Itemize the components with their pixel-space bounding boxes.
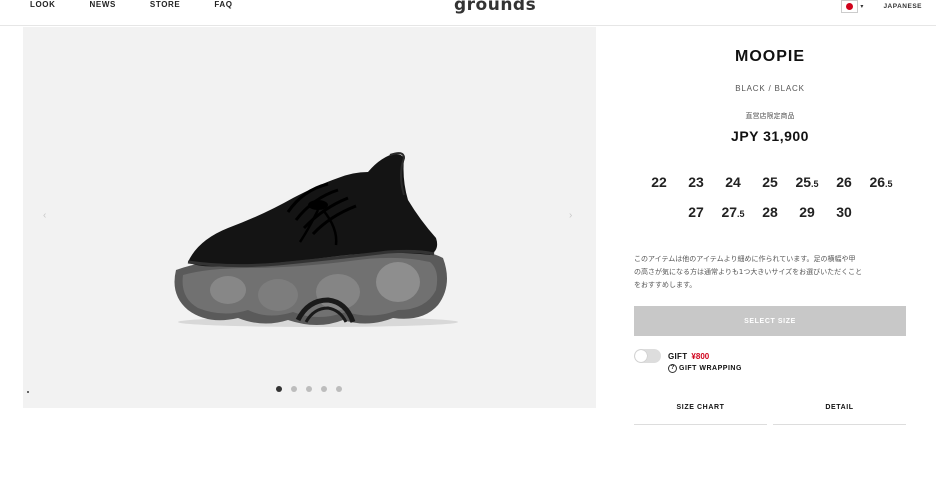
- size-selector: 22 23 24 25 25.5 26 26.5 27 27.5 28 29 30: [634, 174, 906, 234]
- size-note-line: をおすすめします。: [634, 281, 697, 289]
- size-option[interactable]: 25: [752, 174, 789, 193]
- gift-wrapping-label[interactable]: GIFT WRAPPING: [679, 365, 742, 372]
- size-row-1: 22 23 24 25 25.5 26 26.5: [634, 174, 906, 193]
- site-header: LOOK NEWS STORE FAQ grounds ▾ JAPANESE: [0, 0, 936, 26]
- size-option[interactable]: 26: [826, 174, 863, 193]
- size-note-line: このアイテムは他のアイテムより細めに作られています。足の横幅や甲: [634, 255, 856, 263]
- question-icon[interactable]: ?: [668, 364, 677, 373]
- size-option[interactable]: 23: [678, 174, 715, 193]
- size-option[interactable]: 29: [789, 204, 826, 223]
- gallery-mark: [27, 391, 29, 393]
- size-option[interactable]: 27: [678, 204, 715, 223]
- chevron-left-icon[interactable]: ‹: [43, 210, 46, 221]
- tab-size-chart[interactable]: SIZE CHART: [634, 395, 767, 425]
- size-option[interactable]: 27.5: [715, 204, 752, 223]
- nav-look[interactable]: LOOK: [30, 0, 56, 10]
- chevron-right-icon[interactable]: ›: [569, 210, 572, 221]
- caret-down-icon[interactable]: ▾: [860, 3, 863, 10]
- size-option[interactable]: 26.5: [863, 174, 900, 193]
- carousel-dot-3[interactable]: [306, 386, 312, 392]
- size-option[interactable]: 25.5: [789, 174, 826, 193]
- gift-wrapping-link[interactable]: ? GIFT WRAPPING: [668, 364, 742, 373]
- nav-faq[interactable]: FAQ: [214, 0, 232, 10]
- gift-label: GIFT: [668, 351, 688, 361]
- carousel-dot-2[interactable]: [291, 386, 297, 392]
- size-row-2: 27 27.5 28 29 30: [634, 204, 906, 223]
- language-selector[interactable]: ▾ JAPANESE: [841, 0, 922, 13]
- language-label[interactable]: JAPANESE: [883, 3, 922, 10]
- nav-store[interactable]: STORE: [150, 0, 180, 10]
- size-note: このアイテムは他のアイテムより細めに作られています。足の横幅や甲 の高さが気にな…: [634, 253, 906, 292]
- gift-option: GIFT ¥800: [634, 349, 709, 363]
- size-option[interactable]: 22: [641, 174, 678, 193]
- size-option[interactable]: 30: [826, 204, 863, 223]
- gift-toggle[interactable]: [634, 349, 661, 363]
- select-size-button[interactable]: SELECT SIZE: [634, 306, 906, 336]
- japan-flag-icon[interactable]: [841, 0, 859, 13]
- gift-price: ¥800: [691, 351, 710, 361]
- product-color: BLACK / BLACK: [735, 84, 805, 93]
- carousel-dot-4[interactable]: [321, 386, 327, 392]
- size-option[interactable]: 28: [752, 204, 789, 223]
- product-price: JPY 31,900: [731, 128, 809, 144]
- carousel-dots: [276, 386, 342, 392]
- carousel-dot-5[interactable]: [336, 386, 342, 392]
- product-gallery[interactable]: ‹ ›: [23, 27, 596, 408]
- main-nav: LOOK NEWS STORE FAQ: [30, 0, 267, 10]
- carousel-dot-1[interactable]: [276, 386, 282, 392]
- size-option[interactable]: 24: [715, 174, 752, 193]
- tab-detail[interactable]: DETAIL: [773, 395, 906, 425]
- limited-note: 直営店限定商品: [745, 112, 795, 120]
- info-tabs: SIZE CHART DETAIL: [634, 395, 906, 425]
- product-title: MOOPIE: [734, 48, 805, 65]
- site-logo[interactable]: grounds: [454, 0, 536, 14]
- product-image: [174, 152, 458, 327]
- nav-news[interactable]: NEWS: [90, 0, 116, 10]
- size-note-line: の高さが気になる方は通常よりも1つ大きいサイズをお選びいただくこと: [634, 268, 863, 276]
